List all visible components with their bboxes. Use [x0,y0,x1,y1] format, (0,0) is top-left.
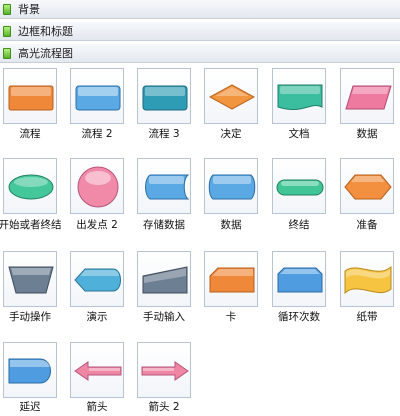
paper-tape-shape-icon [344,265,392,295]
stored-data-shape-icon [145,174,190,200]
expand-section-icon [3,47,11,59]
card-shape-icon [209,267,255,293]
preparation-shape-icon [344,174,392,200]
section-header-borders-titles[interactable]: 边框和标题 [0,22,400,41]
shape-label: 终结 [288,219,310,231]
shape-tile-manual-operation[interactable] [3,251,57,307]
section-header-background[interactable]: 背景 [0,0,400,19]
terminator-shape-icon [276,179,324,196]
section-title: 高光流程图 [18,47,73,60]
expand-section-icon [3,3,11,15]
shape-tile-loop-limit[interactable] [272,251,326,307]
loop-limit-shape-icon [277,267,323,293]
expand-section-icon [3,25,11,37]
origin-2-shape-icon [77,166,119,208]
section-header-highlight-flowchart[interactable]: 高光流程图 [0,44,400,63]
shape-tile-process-2[interactable] [70,68,124,124]
shape-label: 出发点 2 [76,219,118,231]
arrow-right-shape-icon [141,361,189,381]
shape-tile-arrow[interactable] [70,342,124,398]
shape-tile-display[interactable] [70,251,124,307]
shape-tile-origin-2[interactable] [70,158,124,214]
start-end-shape-icon [8,174,54,200]
shape-label: 流程 2 [81,128,113,140]
shape-label: 循环次数 [278,311,320,323]
shape-label: 文档 [288,128,310,140]
shape-label: 手动输入 [143,311,185,323]
shape-tile-decision[interactable] [204,68,258,124]
shape-label: 箭头 [86,401,108,413]
manual-input-shape-icon [142,266,188,294]
shape-label: 演示 [86,311,108,323]
decision-shape-icon [208,84,256,110]
shape-label: 延迟 [19,401,41,413]
shape-label: 流程 [19,128,41,140]
shape-tile-preparation[interactable] [340,158,394,214]
shape-label: 准备 [356,219,378,231]
shape-tile-stored-data[interactable] [137,158,191,214]
shape-tile-card[interactable] [204,251,258,307]
shape-tile-document[interactable] [272,68,326,124]
shape-label: 纸带 [356,311,378,323]
shape-label: 决定 [220,128,242,140]
shape-tile-data-2[interactable] [204,158,258,214]
data-shape-icon [345,85,392,110]
shape-label: 箭头 2 [148,401,180,413]
shape-label: 数据 [220,219,242,231]
process-3-shape-icon [142,85,188,111]
shape-label: 卡 [225,311,237,323]
shape-tile-manual-input[interactable] [137,251,191,307]
process-shape-icon [8,85,54,111]
document-shape-icon [277,84,323,111]
shape-tile-process-3[interactable] [137,68,191,124]
shape-tile-start-end[interactable] [3,158,57,214]
shape-tile-data[interactable] [340,68,394,124]
shape-tile-paper-tape[interactable] [340,251,394,307]
shape-label: 手动操作 [9,311,51,323]
arrow-left-shape-icon [74,361,122,381]
manual-operation-shape-icon [8,266,54,294]
shape-tile-terminator[interactable] [272,158,326,214]
shape-label: 存储数据 [143,219,185,231]
shape-tile-delay[interactable] [3,342,57,398]
display-shape-icon [74,268,121,292]
shape-tile-process[interactable] [3,68,57,124]
section-title: 背景 [18,3,40,16]
shape-tile-arrow-2[interactable] [137,342,191,398]
delay-shape-icon [8,358,51,384]
data-2-shape-icon [208,174,256,200]
section-title: 边框和标题 [18,25,73,38]
shape-label: 数据 [356,128,378,140]
shape-label: 流程 3 [148,128,180,140]
shape-label: 开始或者终结 [0,219,62,231]
process-2-shape-icon [75,85,121,111]
